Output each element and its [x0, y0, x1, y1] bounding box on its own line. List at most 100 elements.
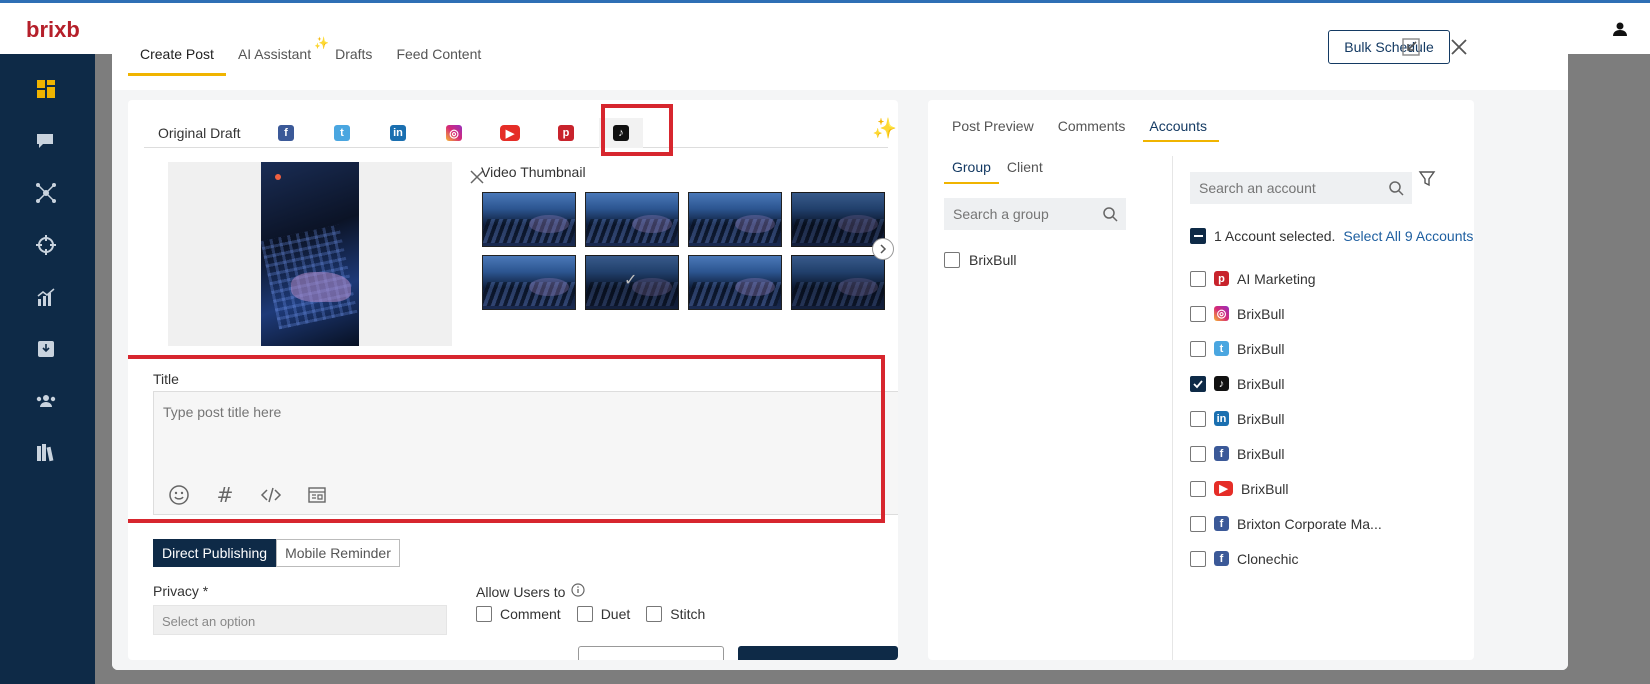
- thumbnail-option[interactable]: [585, 192, 679, 247]
- account-name: BrixBull: [1237, 410, 1285, 427]
- tab-feed-content[interactable]: Feed Content: [384, 36, 493, 76]
- close-icon[interactable]: [1446, 34, 1472, 60]
- minimize-icon[interactable]: [1398, 34, 1424, 60]
- chevron-right-icon[interactable]: [872, 238, 894, 260]
- tiktok-icon: ♪: [1214, 376, 1229, 391]
- selection-summary: 1 Account selected. Select All 9 Account…: [1190, 228, 1473, 244]
- tab-ai-assistant[interactable]: AI Assistant ✨: [226, 36, 329, 76]
- bulk-schedule-button[interactable]: Bulk Schedule: [1328, 30, 1450, 64]
- account-item[interactable]: f BrixBull: [1190, 436, 1382, 471]
- duet-label: Duet: [600, 606, 631, 622]
- video-preview: [168, 162, 484, 346]
- tab-group[interactable]: Group: [944, 156, 999, 184]
- stitch-checkbox[interactable]: [646, 606, 663, 622]
- tab-original-draft[interactable]: Original Draft: [158, 118, 240, 148]
- account-item[interactable]: t BrixBull: [1190, 331, 1382, 366]
- account-name: BrixBull: [1237, 375, 1285, 392]
- youtube-icon[interactable]: ▶: [497, 118, 523, 148]
- secondary-action-button[interactable]: [578, 646, 724, 660]
- search-icon[interactable]: [1388, 180, 1404, 196]
- library-icon[interactable]: [33, 440, 59, 466]
- thumbnail-option[interactable]: [791, 255, 885, 310]
- facebook-icon: f: [1214, 516, 1229, 531]
- account-name: BrixBull: [1237, 445, 1285, 462]
- twitter-icon[interactable]: t: [329, 118, 355, 148]
- thumbnail-grid: ✓: [482, 192, 886, 310]
- account-checkbox[interactable]: [1190, 340, 1206, 357]
- thumbnail-option[interactable]: [688, 255, 782, 310]
- messages-icon[interactable]: [33, 128, 59, 154]
- accounts-panel: Post Preview Comments Accounts Group Cli…: [928, 100, 1474, 660]
- filter-icon[interactable]: [1416, 168, 1438, 190]
- target-icon[interactable]: [33, 232, 59, 258]
- publish-mode-toggle: Direct Publishing Mobile Reminder: [153, 539, 400, 567]
- dashboard-icon[interactable]: [33, 76, 59, 102]
- tab-label: Feed Content: [396, 46, 482, 62]
- account-item[interactable]: ♪ BrixBull: [1190, 366, 1382, 401]
- account-checkbox[interactable]: [1190, 445, 1206, 462]
- right-tabs: Post Preview Comments Accounts: [940, 114, 1219, 142]
- group-search-input[interactable]: [944, 198, 1126, 230]
- video-thumbnail-label: Video Thumbnail: [481, 164, 586, 180]
- account-item[interactable]: in BrixBull: [1190, 401, 1382, 436]
- tab-comments[interactable]: Comments: [1046, 114, 1138, 142]
- inbox-icon[interactable]: [33, 336, 59, 362]
- thumbnail-option[interactable]: [688, 192, 782, 247]
- video-preview-image: [261, 162, 359, 346]
- mobile-reminder-button[interactable]: Mobile Reminder: [276, 539, 400, 567]
- tiktok-highlight: [601, 104, 673, 156]
- network-icon[interactable]: [33, 180, 59, 206]
- user-icon[interactable]: [1612, 21, 1628, 42]
- account-checkbox[interactable]: [1190, 270, 1206, 287]
- direct-publishing-button[interactable]: Direct Publishing: [153, 539, 277, 567]
- account-item[interactable]: f Brixton Corporate Ma...: [1190, 506, 1382, 541]
- privacy-select[interactable]: Select an option: [153, 605, 447, 635]
- account-item[interactable]: f Clonechic: [1190, 541, 1382, 576]
- account-item[interactable]: ◎ BrixBull: [1190, 296, 1382, 331]
- account-item[interactable]: ▶ BrixBull: [1190, 471, 1382, 506]
- allow-stitch[interactable]: Stitch: [646, 606, 705, 622]
- tab-post-preview[interactable]: Post Preview: [940, 114, 1046, 142]
- tab-create-post[interactable]: Create Post: [128, 36, 226, 76]
- account-name: BrixBull: [1241, 480, 1289, 497]
- ai-sparkle-icon[interactable]: ✨: [872, 116, 897, 141]
- tab-accounts[interactable]: Accounts: [1137, 114, 1219, 142]
- create-post-modal: Create Post AI Assistant ✨ Drafts Feed Co…: [112, 14, 1568, 670]
- comment-checkbox[interactable]: [476, 606, 492, 622]
- thumbnail-option[interactable]: [482, 192, 576, 247]
- account-search: [1190, 172, 1412, 204]
- facebook-icon[interactable]: f: [273, 118, 299, 148]
- allow-users-label: Allow Users to: [476, 583, 586, 600]
- tab-label: AI Assistant: [237, 46, 312, 62]
- pinterest-icon[interactable]: p: [553, 118, 579, 148]
- linkedin-icon[interactable]: in: [385, 118, 411, 148]
- account-checkbox[interactable]: [1190, 515, 1206, 532]
- allow-duet[interactable]: Duet: [576, 606, 631, 622]
- primary-action-button[interactable]: [738, 646, 898, 660]
- analytics-icon[interactable]: [33, 284, 59, 310]
- group-item[interactable]: BrixBull: [944, 252, 1154, 268]
- instagram-icon[interactable]: ◎: [441, 118, 467, 148]
- account-checkbox[interactable]: [1190, 410, 1206, 427]
- thumbnail-option[interactable]: [791, 192, 885, 247]
- account-name: AI Marketing: [1237, 270, 1316, 287]
- group-checkbox[interactable]: [944, 252, 960, 268]
- account-checkbox[interactable]: [1190, 550, 1206, 567]
- info-icon[interactable]: [571, 583, 586, 600]
- select-all-link[interactable]: Select All 9 Accounts: [1343, 228, 1473, 244]
- search-icon[interactable]: [1102, 206, 1118, 222]
- duet-checkbox[interactable]: [576, 606, 593, 622]
- group-search: [944, 198, 1126, 230]
- tab-drafts[interactable]: Drafts: [323, 36, 384, 76]
- account-checkbox[interactable]: [1190, 480, 1206, 497]
- account-search-input[interactable]: [1190, 172, 1412, 204]
- team-icon[interactable]: [33, 388, 59, 414]
- select-all-checkbox[interactable]: [1190, 228, 1206, 244]
- allow-comment[interactable]: Comment: [476, 606, 561, 622]
- thumbnail-option-selected[interactable]: ✓: [585, 255, 679, 310]
- account-item[interactable]: p AI Marketing: [1190, 261, 1382, 296]
- tab-client[interactable]: Client: [999, 156, 1051, 184]
- account-checkbox[interactable]: [1190, 375, 1206, 392]
- thumbnail-option[interactable]: [482, 255, 576, 310]
- account-checkbox[interactable]: [1190, 305, 1206, 322]
